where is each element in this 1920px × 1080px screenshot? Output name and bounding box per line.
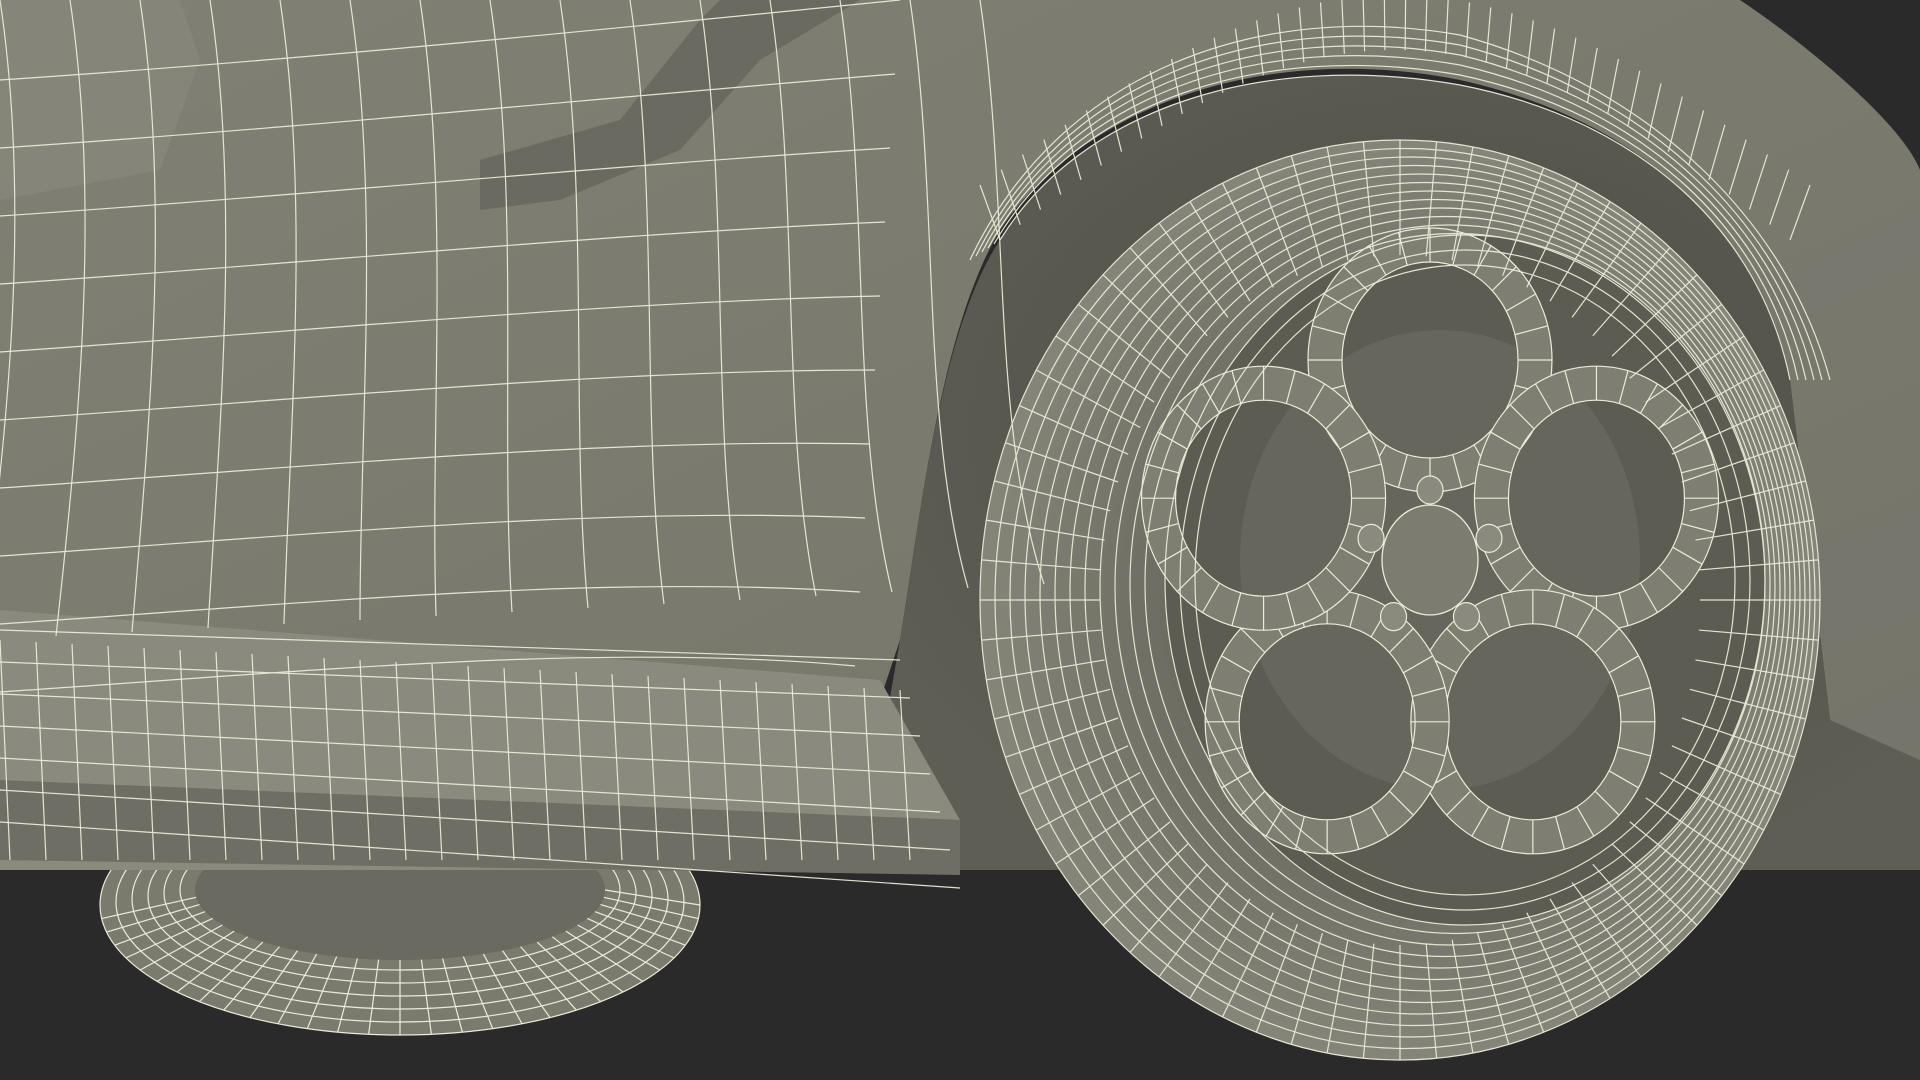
hub xyxy=(1381,504,1479,616)
wireframe-scene xyxy=(0,0,1920,1080)
render-viewport xyxy=(0,0,1920,1080)
